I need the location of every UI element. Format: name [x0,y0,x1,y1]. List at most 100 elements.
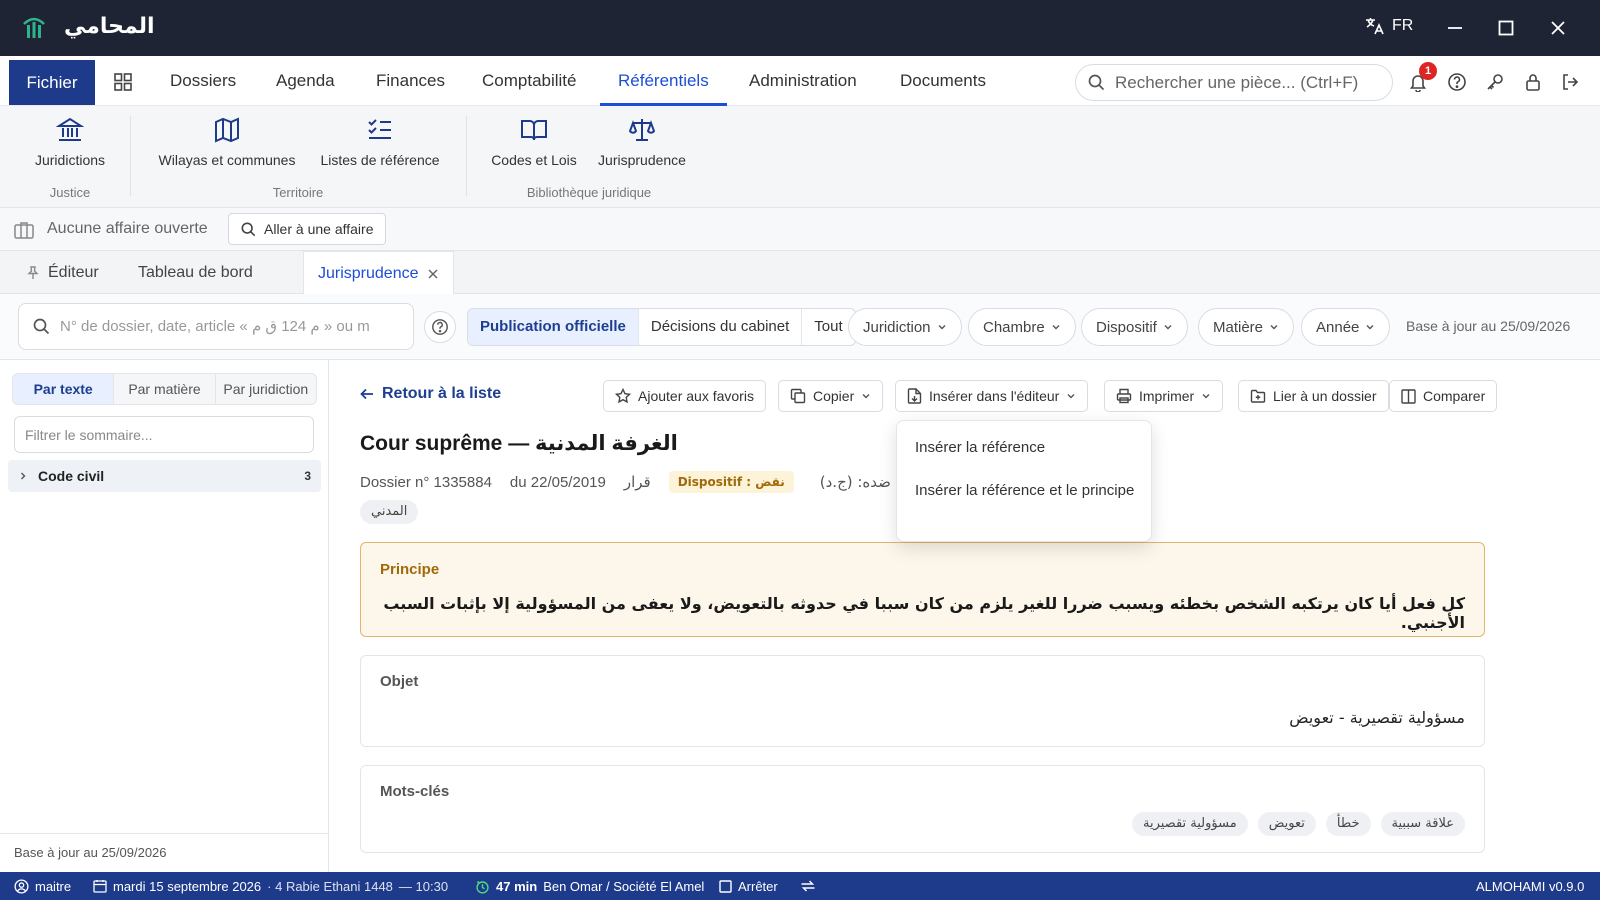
filter-matiere[interactable]: Matière [1198,308,1295,346]
title-bar: المحامي FR [0,0,1600,56]
close-tab-icon[interactable] [427,268,439,280]
chevron-down-icon [1366,325,1374,330]
ribbon-separator [466,116,467,196]
menu-administration[interactable]: Administration [749,56,857,106]
global-search-input[interactable] [1115,72,1375,93]
segment-tout[interactable]: Tout [802,309,854,345]
calendar-icon [93,880,107,893]
search-icon [33,318,50,335]
ribbon-codes[interactable]: Codes et Lois [488,116,580,168]
compare-button[interactable]: Comparer [1389,380,1498,412]
stop-icon [719,879,732,893]
tree-item-code-civil[interactable]: Code civil 3 [8,460,321,492]
status-time: — 10:30 [398,878,449,894]
help-icon [1448,73,1466,91]
copy-button[interactable]: Copier [778,380,884,412]
ribbon-wilayas-label: Wilayas et communes [158,152,296,168]
main-menu: Fichier Dossiers Agenda Finances Comptab… [0,56,1600,106]
license-key-button[interactable] [1485,72,1505,92]
search-help-button[interactable] [424,311,456,343]
filter-matiere-label: Matière [1213,318,1264,336]
decision-metadata: Dossier n° 1335884 du 22/05/2019 قرار Di… [360,471,907,493]
keywords-label: Mots-clés [380,783,450,800]
link-to-case-button[interactable]: Lier à un dossier [1238,380,1389,412]
summary-filter-input[interactable] [14,416,314,453]
keyword-tag[interactable]: خطأ [1325,812,1371,836]
sidebar-footer-date: Base à jour au 25/09/2026 [0,833,328,872]
status-timer[interactable]: 47 min Ben Omar / Société El Amel [475,872,704,900]
close-window-button[interactable] [1544,14,1572,42]
ribbon-juridictions[interactable]: Juridictions [30,116,110,168]
filter-juridiction[interactable]: Juridiction [848,308,962,346]
back-to-list-link[interactable]: Retour à la liste [360,385,501,403]
insert-in-editor-button[interactable]: Insérer dans l'éditeur [895,380,1089,412]
document-tabs: Éditeur Tableau de bord Jurisprudence [0,251,1600,295]
file-menu-button[interactable]: Fichier [9,60,95,105]
logout-icon [1563,74,1579,90]
minimize-button[interactable] [1441,14,1469,42]
summary-sidebar: Par texte Par matière Par juridiction Co… [0,360,329,872]
ribbon-codes-label: Codes et Lois [491,152,577,168]
keyword-tag[interactable]: تعويض [1257,812,1316,836]
decision-type: قرار [623,473,651,491]
goto-case-button[interactable]: Aller à une affaire [228,213,387,245]
filter-dispositif[interactable]: Dispositif [1081,308,1188,346]
segment-par-texte[interactable]: Par texte [13,374,115,404]
logout-button[interactable] [1560,72,1580,92]
menu-finances[interactable]: Finances [376,56,445,106]
app-version: ALMOHAMI v0.9.0 [1476,878,1585,894]
insert-in-editor-label: Insérer dans l'éditeur [929,388,1060,404]
close-icon [1551,21,1565,35]
ribbon-listes[interactable]: Listes de référence [316,116,444,168]
notification-badge: 1 [1419,62,1437,80]
status-date: mardi 15 septembre 2026 · 4 Rabie Ethani… [93,872,448,900]
insert-reference-principle-item[interactable]: Insérer la référence et le principe [915,479,1135,502]
briefcase-icon [14,221,34,239]
print-button[interactable]: Imprimer [1104,380,1224,412]
keyword-tag[interactable]: مسؤولية تقصيرية [1132,812,1248,836]
apps-grid-icon[interactable] [114,73,132,91]
principe-text: كل فعل أيا كان يرتكبه الشخص بخطئه ويسبب … [383,594,1465,632]
menu-agenda[interactable]: Agenda [276,56,335,106]
menu-documents[interactable]: Documents [900,56,986,106]
book-icon [521,120,547,141]
ribbon-wilayas[interactable]: Wilayas et communes [152,116,302,168]
menu-referentiels[interactable]: Référentiels [600,56,727,106]
segment-decisions-cabinet[interactable]: Décisions du cabinet [639,309,803,345]
status-bar: maitre mardi 15 septembre 2026 · 4 Rabie… [0,872,1600,900]
tab-tableau-de-bord[interactable]: Tableau de bord [138,251,253,294]
lock-button[interactable] [1523,72,1543,92]
insert-reference-item[interactable]: Insérer la référence [915,436,1045,459]
ribbon-group-bibliotheque: Bibliothèque juridique [526,185,652,200]
tree-item-label: Code civil [38,468,105,484]
add-favorite-button[interactable]: Ajouter aux favoris [603,380,766,412]
scale-icon [628,119,656,141]
no-case-open-label: Aucune affaire ouverte [47,220,208,237]
stop-timer-button[interactable]: Arrêter [719,872,778,900]
segment-par-juridiction[interactable]: Par juridiction [216,374,316,404]
chevron-down-icon [1067,394,1075,399]
sync-icon [801,880,815,892]
insert-dropdown-menu: Insérer la référence Insérer la référenc… [896,420,1152,542]
copy-label: Copier [813,388,855,404]
segment-publication-officielle[interactable]: Publication officielle [468,309,639,345]
keyword-tag[interactable]: علاقة سببية [1380,812,1465,836]
minimize-icon [1448,27,1462,29]
maximize-button[interactable] [1492,14,1520,42]
status-hijri-date: · 4 Rabie Ethani 1448 [267,878,393,894]
segment-par-matiere[interactable]: Par matière [114,374,216,404]
tab-jurisprudence[interactable]: Jurisprudence [303,251,454,295]
menu-dossiers[interactable]: Dossiers [170,56,236,106]
menu-comptabilite[interactable]: Comptabilité [482,56,577,106]
filter-annee[interactable]: Année [1301,308,1391,346]
filter-chambre[interactable]: Chambre [968,308,1076,346]
jurisprudence-search-box [18,303,414,350]
tab-editeur[interactable]: Éditeur [26,251,99,294]
sync-button[interactable] [800,872,816,900]
help-button[interactable] [1447,72,1467,92]
language-switch[interactable]: FR [1364,16,1413,36]
ribbon-jurisprudence[interactable]: Jurisprudence [594,116,690,168]
status-user[interactable]: maitre [14,872,71,900]
document-insert-icon [907,388,922,404]
jurisprudence-search-input[interactable] [60,318,390,335]
